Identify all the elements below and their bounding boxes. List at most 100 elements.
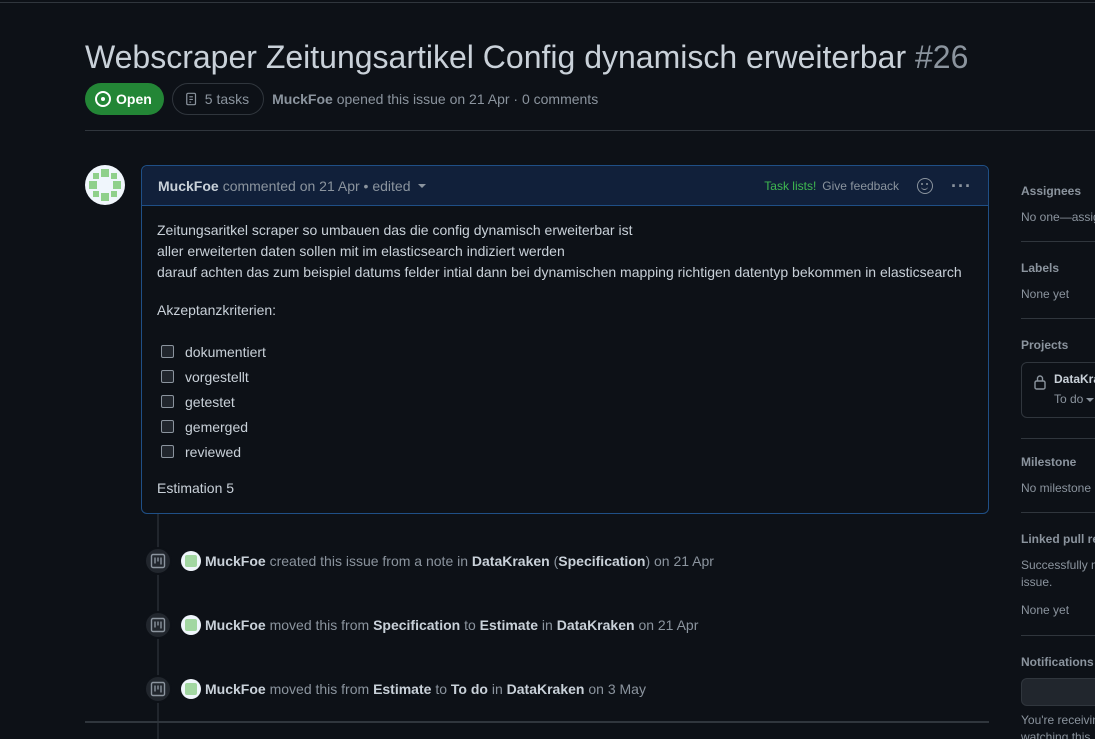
column-name: Estimate xyxy=(479,617,539,633)
sidebar-divider xyxy=(1021,438,1095,439)
sidebar-milestone[interactable]: Milestone No milestone xyxy=(1021,455,1095,495)
sidebar-notifications: Notifications xyxy=(1021,655,1095,669)
issue-number: #26 xyxy=(914,39,969,75)
project-name[interactable]: DataKra xyxy=(1054,372,1095,386)
notifications-button[interactable] xyxy=(1021,678,1095,706)
checklist-icon xyxy=(185,92,196,106)
project-link[interactable]: DataKraken xyxy=(472,553,550,569)
timeline-event-text: MuckFoe moved this from Specification to… xyxy=(205,617,698,633)
chevron-down-icon xyxy=(1086,397,1095,402)
sidebar-divider xyxy=(1021,318,1095,319)
event-text: created this issue from a note in xyxy=(269,553,469,569)
tasks-badge-label: 5 tasks xyxy=(204,91,250,107)
sidebar-labels[interactable]: Labels None yet xyxy=(1021,261,1095,301)
timeline-event: MuckFoe moved this from Specification to… xyxy=(144,611,698,639)
timeline-bottom-divider xyxy=(85,721,989,723)
actor-avatar[interactable] xyxy=(181,615,201,635)
event-text: to xyxy=(435,681,447,697)
issue-title-text: Webscraper Zeitungsartikel Config dynami… xyxy=(85,39,907,75)
timeline-event: MuckFoe moved this from Estimate to To d… xyxy=(144,675,646,703)
event-text: moved this from xyxy=(269,681,370,697)
task-checkbox[interactable] xyxy=(161,420,174,433)
comment-author-avatar[interactable] xyxy=(85,165,125,205)
actor-avatar[interactable] xyxy=(181,551,201,571)
task-label: reviewed xyxy=(185,443,242,460)
actor-avatar[interactable] xyxy=(181,679,201,699)
tasks-badge[interactable]: 5 tasks xyxy=(171,83,265,115)
body-line: darauf achten das zum beispiel datums fe… xyxy=(157,264,962,280)
sidebar-divider xyxy=(1021,241,1095,242)
edit-history-dropdown-icon[interactable] xyxy=(418,183,427,188)
task-label: vorgestellt xyxy=(185,368,249,385)
task-label: dokumentiert xyxy=(185,343,266,360)
notifications-text: watching this xyxy=(1021,730,1091,739)
event-text: on 21 Apr xyxy=(638,617,699,633)
assignees-value: No one—assig xyxy=(1021,210,1095,224)
column-name: Estimate xyxy=(373,681,432,697)
labels-value: None yet xyxy=(1021,287,1070,301)
project-column-value: To do xyxy=(1054,392,1084,406)
task-label: getestet xyxy=(185,393,235,410)
sidebar-assignees[interactable]: Assignees No one—assig xyxy=(1021,184,1095,224)
issue-author-link[interactable]: MuckFoe xyxy=(272,91,333,107)
task-list: dokumentiert vorgestellt getestet gemerg… xyxy=(157,339,973,464)
task-label: gemerged xyxy=(185,418,249,435)
issue-state-label: Open xyxy=(116,91,152,107)
task-checkbox[interactable] xyxy=(161,395,174,408)
task-lists-label: Task lists! xyxy=(764,178,817,193)
comment-header-actions: Task lists! Give feedback ··· xyxy=(764,177,972,195)
event-text: in xyxy=(541,617,553,633)
column-name: To do xyxy=(450,681,488,697)
sidebar-projects[interactable]: Projects xyxy=(1021,338,1095,352)
event-text: moved this from xyxy=(269,617,370,633)
top-border xyxy=(0,2,1095,3)
milestone-value: No milestone xyxy=(1021,481,1092,495)
timeline-event: MuckFoe created this issue from a note i… xyxy=(144,547,714,575)
linked-pr-description: Successfully m xyxy=(1021,558,1095,572)
comment-action-text: commented on 21 Apr • edited xyxy=(222,177,411,194)
body-line: aller erweiterten daten sollen mit im el… xyxy=(157,243,565,259)
kebab-icon[interactable]: ··· xyxy=(951,177,972,195)
comment-author-link[interactable]: MuckFoe xyxy=(158,178,219,194)
project-link[interactable]: DataKraken xyxy=(557,617,635,633)
criteria-heading: Akzeptanzkriterien: xyxy=(157,302,277,318)
milestone-heading: Milestone xyxy=(1021,455,1077,469)
task-checkbox[interactable] xyxy=(161,370,174,383)
actor-link[interactable]: MuckFoe xyxy=(205,617,266,633)
comment-body: Zeitungsaritkel scraper so umbauen das d… xyxy=(142,206,988,499)
issue-comment: MuckFoe commented on 21 Apr • edited Tas… xyxy=(141,165,989,514)
linked-pr-value: None yet xyxy=(1021,603,1070,617)
lock-icon xyxy=(1034,375,1046,390)
header-divider xyxy=(85,130,1095,131)
actor-link[interactable]: MuckFoe xyxy=(205,681,266,697)
issue-sidebar: Assignees No one—assig Labels None yet P… xyxy=(1021,165,1095,739)
project-icon xyxy=(144,611,172,639)
project-icon xyxy=(144,675,172,703)
issue-open-icon xyxy=(95,91,111,107)
body-line: Zeitungsaritkel scraper so umbauen das d… xyxy=(157,222,633,238)
column-name: Specification xyxy=(558,553,646,569)
task-item: gemerged xyxy=(157,414,973,439)
sidebar-divider xyxy=(1021,635,1095,636)
event-text: ) on 21 Apr xyxy=(645,553,714,569)
issue-title: Webscraper Zeitungsartikel Config dynami… xyxy=(85,36,968,78)
project-link[interactable]: DataKraken xyxy=(507,681,585,697)
notifications-heading: Notifications xyxy=(1021,655,1094,669)
issue-meta-text: MuckFoe opened this issue on 21 Apr · 0 … xyxy=(272,91,598,107)
projects-heading: Projects xyxy=(1021,338,1069,352)
task-checkbox[interactable] xyxy=(161,345,174,358)
actor-link[interactable]: MuckFoe xyxy=(205,553,266,569)
project-card[interactable]: DataKra To do xyxy=(1021,362,1095,418)
notifications-text: You're receivin xyxy=(1021,713,1095,727)
project-column-select[interactable]: To do xyxy=(1054,392,1095,406)
task-item: reviewed xyxy=(157,439,973,464)
event-text: in xyxy=(491,681,503,697)
task-item: dokumentiert xyxy=(157,339,973,364)
linked-pr-description: issue. xyxy=(1021,575,1053,589)
issue-meta-detail: opened this issue on 21 Apr · 0 comments xyxy=(336,91,599,107)
task-checkbox[interactable] xyxy=(161,445,174,458)
give-feedback-link[interactable]: Give feedback xyxy=(822,179,899,193)
timeline-event-text: MuckFoe created this issue from a note i… xyxy=(205,553,714,569)
sidebar-linked-pull-requests[interactable]: Linked pull re Successfully m issue. Non… xyxy=(1021,532,1095,617)
smiley-icon[interactable] xyxy=(917,177,934,194)
